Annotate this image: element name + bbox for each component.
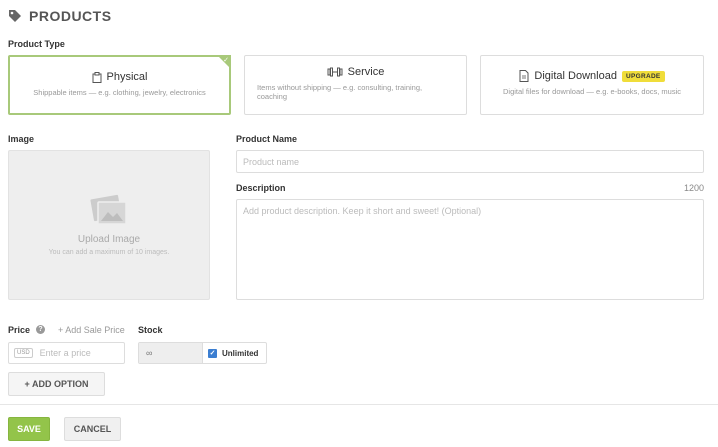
add-sale-price-link[interactable]: + Add Sale Price [58,325,125,335]
digital-desc: Digital files for download — e.g. e-book… [503,87,681,96]
stock-field: ∞ ✓ Unlimited [138,342,267,364]
tag-icon [9,10,21,22]
page-title: PRODUCTS [29,8,112,24]
product-type-label: Product Type [8,39,65,49]
upload-title: Upload Image [77,234,141,245]
unlimited-label: Unlimited [222,348,259,358]
physical-title: Physical [10,71,229,83]
product-type-service[interactable]: Service Items without shipping — e.g. co… [244,55,467,115]
description-textarea[interactable] [236,199,704,300]
price-label: Price [8,325,31,335]
unlimited-checkbox[interactable]: ✓ [208,348,217,358]
digital-label: Digital Download [534,70,617,82]
stock-label: Stock [138,325,163,335]
help-icon[interactable]: ? [36,325,45,334]
image-upload-area[interactable]: Upload Image You can add a maximum of 10… [8,150,210,300]
clipboard-icon [92,71,102,83]
physical-label: Physical [106,71,148,83]
image-label: Image [8,134,35,144]
digital-title: Digital Download UPGRADE [481,70,703,82]
product-type-physical[interactable]: ✓ Physical Shippable items — e.g. clothi… [8,55,231,115]
product-type-digital-download[interactable]: Digital Download UPGRADE Digital files f… [480,55,704,115]
upload-limit-note: You can add a maximum of 10 images. [48,249,170,256]
cancel-button[interactable]: CANCEL [64,417,121,441]
service-label: Service [347,66,385,78]
add-option-button[interactable]: + ADD OPTION [8,372,105,396]
footer-divider [0,404,718,405]
unlimited-toggle[interactable]: ✓ Unlimited [203,343,258,363]
save-button[interactable]: SAVE [8,417,50,441]
description-label: Description [236,183,286,193]
check-icon: ✓ [223,57,229,64]
image-icon [90,194,127,225]
product-name-input[interactable] [236,150,704,173]
service-title: Service [245,66,466,78]
stock-quantity-input[interactable]: ∞ [139,343,203,363]
product-name-label: Product Name [236,134,298,144]
dumbbell-icon [327,67,343,77]
physical-desc: Shippable items — e.g. clothing, jewelry… [33,88,206,97]
price-field: USD [8,342,125,364]
service-desc: Items without shipping — e.g. consulting… [257,83,423,101]
document-icon [519,70,529,82]
page-header: PRODUCTS [8,8,112,24]
upgrade-badge[interactable]: UPGRADE [621,70,665,82]
currency-badge: USD [14,348,33,358]
price-input[interactable] [39,348,120,358]
description-char-counter: 1200 [683,183,704,193]
